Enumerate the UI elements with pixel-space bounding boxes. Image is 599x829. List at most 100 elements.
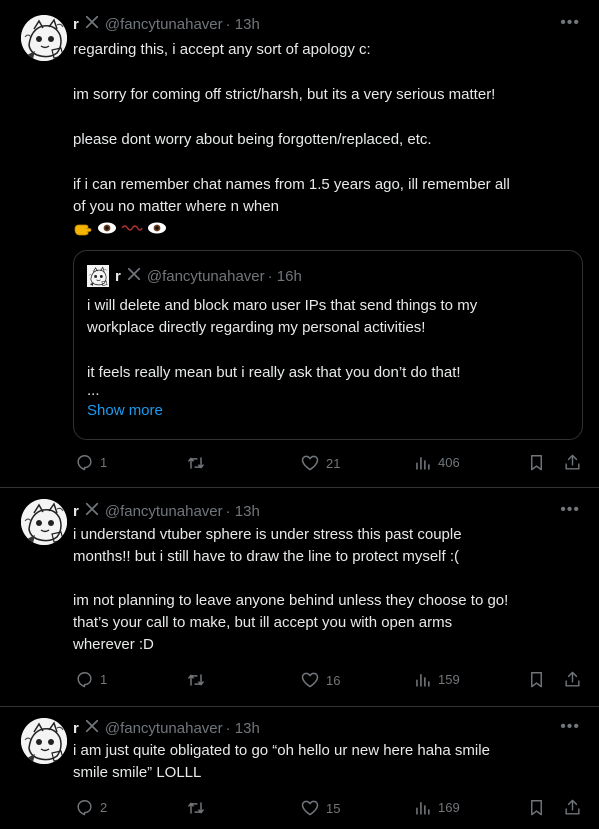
reply-icon — [75, 670, 94, 689]
text-line: regarding this, i accept any sort of apo… — [73, 41, 371, 58]
repost-icon — [186, 798, 206, 818]
text-line: workplace directly regarding my personal… — [87, 319, 426, 336]
author-handle[interactable]: @fancytunahaver — [105, 720, 223, 737]
more-options-icon[interactable]: ••• — [560, 501, 580, 519]
author-handle[interactable]: @fancytunahaver — [105, 503, 223, 520]
heart-icon — [300, 453, 320, 473]
author-handle[interactable]: @fancytunahaver — [105, 16, 223, 33]
share-icon — [563, 453, 582, 472]
views-icon — [413, 798, 432, 817]
reply-count: 1 — [100, 672, 108, 687]
text-line: i will delete and block maro user IPs th… — [87, 297, 478, 314]
like-button[interactable]: 21 — [300, 453, 340, 473]
repost-button[interactable] — [186, 453, 212, 473]
quoted-tweet-header: r @fancytunahaver · 16h — [87, 265, 302, 287]
emoji-row — [73, 219, 167, 237]
show-more-link[interactable]: Show more — [87, 400, 567, 422]
repost-button[interactable] — [186, 798, 212, 818]
bookmark-icon — [527, 670, 546, 689]
tweet-header: r @fancytunahaver · 13h — [73, 502, 260, 520]
eye-icon — [148, 222, 166, 234]
reply-button[interactable]: 1 — [75, 453, 107, 472]
timestamp[interactable]: · 13h — [226, 720, 260, 737]
tweet-actions: 1 21 406 — [73, 453, 581, 475]
repost-icon — [186, 670, 206, 690]
avatar[interactable] — [21, 15, 67, 61]
share-button[interactable] — [563, 798, 582, 817]
author-name[interactable]: r — [73, 720, 79, 737]
tweet-text: i understand vtuber sphere is under stre… — [73, 524, 593, 656]
x-logo-icon — [85, 502, 99, 520]
tweet-actions: 1 16 159 — [73, 670, 581, 692]
avatar[interactable] — [21, 718, 67, 764]
share-icon — [563, 798, 582, 817]
views-icon — [413, 670, 432, 689]
text-line: months!! but i still have to draw the li… — [73, 548, 460, 565]
timestamp[interactable]: · 13h — [226, 503, 260, 520]
avatar — [87, 265, 109, 287]
wavy-mouth-icon — [121, 225, 143, 231]
repost-button[interactable] — [186, 670, 212, 690]
like-count: 15 — [326, 800, 341, 816]
quoted-tweet-text: i will delete and block maro user IPs th… — [87, 295, 567, 422]
views-icon — [413, 453, 432, 472]
text-line: of you no matter where n when — [73, 198, 279, 215]
like-button[interactable]: 16 — [300, 670, 340, 690]
timestamp: · 16h — [267, 267, 302, 285]
author-name[interactable]: r — [73, 16, 79, 33]
text-line: ... — [87, 382, 100, 399]
text-line: i understand vtuber sphere is under stre… — [73, 526, 462, 543]
like-count: 21 — [326, 455, 341, 471]
pointing-hand-icon — [74, 224, 92, 236]
bookmark-button[interactable] — [527, 453, 546, 472]
reply-count: 1 — [100, 455, 108, 470]
text-line: that’s your call to make, but ill accept… — [73, 614, 453, 631]
reply-icon — [75, 798, 94, 817]
timestamp[interactable]: · 13h — [226, 16, 260, 33]
bookmark-icon — [527, 453, 546, 472]
views-button[interactable]: 169 — [413, 798, 460, 817]
view-count: 159 — [438, 672, 460, 687]
bookmark-button[interactable] — [527, 670, 546, 689]
text-line: it feels really mean but i really ask th… — [87, 364, 461, 381]
author-name[interactable]: r — [73, 503, 79, 520]
tweet-text: regarding this, i accept any sort of apo… — [73, 39, 593, 244]
view-count: 169 — [438, 800, 460, 815]
share-button[interactable] — [563, 670, 582, 689]
tweet[interactable]: r @fancytunahaver · 13h ••• regarding th… — [0, 0, 599, 494]
more-options-icon[interactable]: ••• — [560, 14, 580, 32]
like-count: 16 — [326, 672, 341, 688]
quoted-tweet[interactable]: r @fancytunahaver · 16h i will delete an… — [73, 250, 583, 440]
tweet[interactable]: r @fancytunahaver · 13h ••• i am just qu… — [0, 707, 599, 829]
text-line: please dont worry about being forgotten/… — [73, 131, 432, 148]
tweet-text: i am just quite obligated to go “oh hell… — [73, 740, 593, 784]
reply-icon — [75, 453, 94, 472]
more-options-icon[interactable]: ••• — [560, 718, 580, 736]
repost-icon — [186, 453, 206, 473]
author-handle: @fancytunahaver — [146, 267, 265, 285]
view-count: 406 — [438, 455, 460, 470]
reply-count: 2 — [100, 800, 108, 815]
text-line: wherever :D — [73, 636, 154, 653]
reply-button[interactable]: 2 — [75, 798, 107, 817]
heart-icon — [300, 798, 320, 818]
x-logo-icon — [127, 267, 141, 285]
text-line: im not planning to leave anyone behind u… — [73, 592, 509, 609]
views-button[interactable]: 406 — [413, 453, 460, 472]
text-line: im sorry for coming off strict/harsh, bu… — [73, 86, 496, 103]
heart-icon — [300, 670, 320, 690]
views-button[interactable]: 159 — [413, 670, 460, 689]
tweet-header: r @fancytunahaver · 13h — [73, 719, 260, 737]
reply-button[interactable]: 1 — [75, 670, 107, 689]
avatar[interactable] — [21, 499, 67, 545]
text-line: if i can remember chat names from 1.5 ye… — [73, 176, 510, 193]
share-icon — [563, 670, 582, 689]
x-logo-icon — [85, 719, 99, 737]
tweet-actions: 2 15 169 — [73, 798, 581, 820]
share-button[interactable] — [563, 453, 582, 472]
tweet[interactable]: r @fancytunahaver · 13h ••• i understand… — [0, 488, 599, 706]
like-button[interactable]: 15 — [300, 798, 340, 818]
bookmark-icon — [527, 798, 546, 817]
text-line: i am just quite obligated to go “oh hell… — [73, 742, 490, 759]
bookmark-button[interactable] — [527, 798, 546, 817]
